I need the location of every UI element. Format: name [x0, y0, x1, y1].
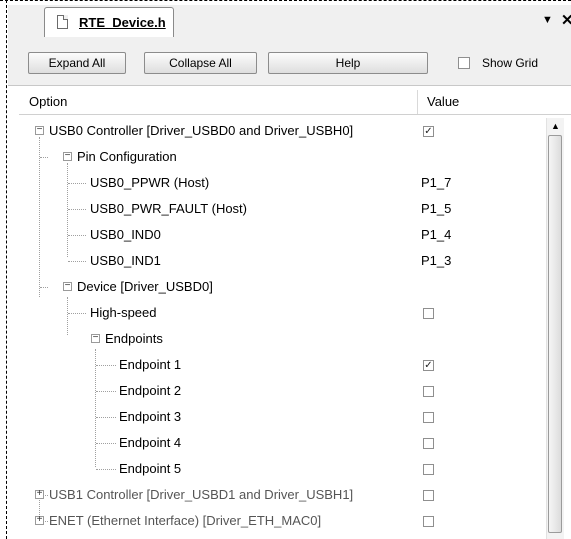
tree-item-label: Endpoint 4 — [119, 435, 182, 450]
tree-row-usb1[interactable]: + USB1 Controller [Driver_USBD1 and Driv… — [19, 482, 549, 508]
tab-title: RTE_Device.h — [79, 15, 166, 30]
tree-item-label: USB1 Controller [Driver_USBD1 and Driver… — [49, 487, 354, 502]
tree-row-ind0[interactable]: USB0_IND0 P1_4 — [19, 222, 549, 248]
tree-item-label: USB0_IND1 — [90, 253, 161, 268]
collapse-all-button[interactable]: Collapse All — [144, 52, 257, 74]
tree-row-endpoint-2[interactable]: Endpoint 2 — [19, 378, 549, 404]
tree-row-pin-config[interactable]: − Pin Configuration — [19, 144, 549, 170]
tree-row-usb0[interactable]: − USB0 Controller [Driver_USBD0 and Driv… — [19, 118, 549, 144]
tree-row-device[interactable]: − Device [Driver_USBD0] — [19, 274, 549, 300]
column-option[interactable]: Option — [29, 94, 67, 109]
tree-item-label: USB0_PPWR (Host) — [90, 175, 210, 190]
usb1-checkbox[interactable] — [423, 490, 434, 501]
dropdown-arrow-icon[interactable]: ▼ — [542, 14, 553, 26]
collapse-toggle-icon[interactable]: − — [35, 125, 44, 135]
usb0-checkbox[interactable]: ✓ — [423, 126, 434, 137]
tree-row-endpoints[interactable]: − Endpoints — [19, 326, 549, 352]
collapse-toggle-icon[interactable]: − — [63, 151, 72, 161]
options-tree: − USB0 Controller [Driver_USBD0 and Driv… — [19, 115, 571, 539]
tab-bar: RTE_Device.h ▼ ✕ — [8, 5, 571, 38]
tree-item-label: Device [Driver_USBD0] — [77, 279, 213, 294]
enet-checkbox[interactable] — [423, 516, 434, 527]
tree-row-high-speed[interactable]: High-speed — [19, 300, 549, 326]
tree-row-pwr-fault[interactable]: USB0_PWR_FAULT (Host) P1_5 — [19, 196, 549, 222]
tree-item-value[interactable]: P1_4 — [421, 227, 451, 242]
show-grid-label: Show Grid — [482, 56, 539, 70]
tree-item-label: USB0_PWR_FAULT (Host) — [90, 201, 248, 216]
tree-row-endpoint-4[interactable]: Endpoint 4 — [19, 430, 549, 456]
tree-row-enet[interactable]: + ENET (Ethernet Interface) [Driver_ETH_… — [19, 508, 549, 534]
tree-item-label: ENET (Ethernet Interface) [Driver_ETH_MA… — [49, 513, 322, 528]
tree-item-label: Endpoint 1 — [119, 357, 182, 372]
tree-row-ind1[interactable]: USB0_IND1 P1_3 — [19, 248, 549, 274]
high-speed-checkbox[interactable] — [423, 308, 434, 319]
expand-all-button[interactable]: Expand All — [28, 52, 126, 74]
document-icon — [57, 15, 68, 29]
tree-item-value[interactable]: P1_7 — [421, 175, 451, 190]
endpoint-5-checkbox[interactable] — [423, 464, 434, 475]
tree-row-endpoint-5[interactable]: Endpoint 5 — [19, 456, 549, 482]
tree-item-label: Endpoint 3 — [119, 409, 182, 424]
scrollbar-thumb[interactable] — [548, 135, 562, 533]
tree-item-label: USB0 Controller [Driver_USBD0 and Driver… — [49, 123, 354, 138]
tree-item-label: High-speed — [90, 305, 157, 320]
endpoint-1-checkbox[interactable]: ✓ — [423, 360, 434, 371]
tree-item-value[interactable]: P1_3 — [421, 253, 451, 268]
collapse-toggle-icon[interactable]: − — [91, 333, 100, 343]
toolbar: Expand All Collapse All Help Show Grid — [8, 37, 571, 86]
endpoint-4-checkbox[interactable] — [423, 438, 434, 449]
tree-item-label: Endpoint 5 — [119, 461, 182, 476]
tree-row-endpoint-1[interactable]: Endpoint 1 ✓ — [19, 352, 549, 378]
scroll-up-arrow-icon[interactable]: ▲ — [547, 118, 564, 134]
expand-toggle-icon[interactable]: + — [35, 489, 44, 499]
tree-item-label: Endpoints — [105, 331, 163, 346]
endpoint-2-checkbox[interactable] — [423, 386, 434, 397]
expand-toggle-icon[interactable]: + — [35, 515, 44, 525]
vertical-scrollbar[interactable]: ▲ — [546, 118, 564, 539]
close-icon[interactable]: ✕ — [561, 11, 571, 29]
endpoint-3-checkbox[interactable] — [423, 412, 434, 423]
column-separator[interactable] — [417, 90, 418, 114]
window-dashed-border-left — [6, 0, 7, 539]
column-header: Option Value — [19, 90, 571, 115]
tree-item-label: USB0_IND0 — [90, 227, 161, 242]
tree-row-endpoint-3[interactable]: Endpoint 3 — [19, 404, 549, 430]
tree-item-label: Endpoint 2 — [119, 383, 182, 398]
help-button[interactable]: Help — [268, 52, 428, 74]
tree-item-label: Pin Configuration — [77, 149, 177, 164]
tree-item-value[interactable]: P1_5 — [421, 201, 451, 216]
collapse-toggle-icon[interactable]: − — [63, 281, 72, 291]
show-grid-checkbox[interactable] — [458, 57, 470, 69]
column-value[interactable]: Value — [427, 94, 459, 109]
window-dashed-border-top — [0, 0, 571, 1]
tab-rte-device[interactable]: RTE_Device.h — [44, 7, 174, 37]
tree-row-ppwr[interactable]: USB0_PPWR (Host) P1_7 — [19, 170, 549, 196]
